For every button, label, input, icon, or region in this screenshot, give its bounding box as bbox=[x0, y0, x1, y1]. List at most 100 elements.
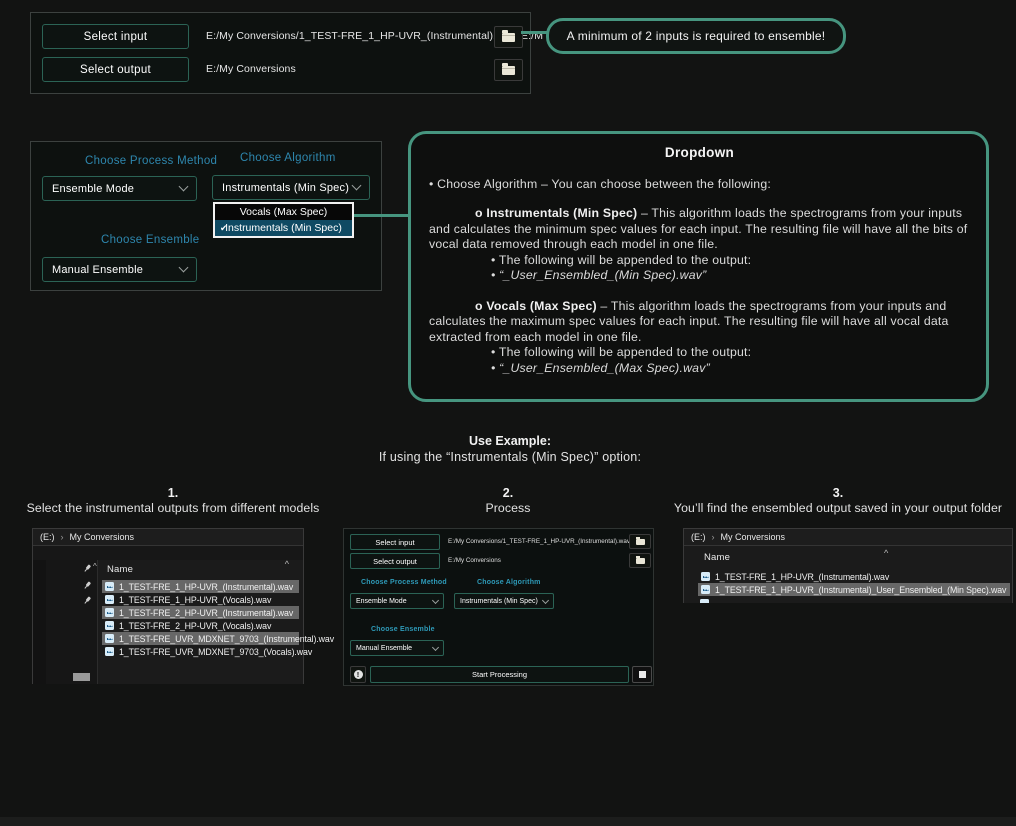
browse-output-button[interactable] bbox=[494, 59, 523, 81]
dropdown-option[interactable]: Vocals (Max Spec) bbox=[215, 204, 352, 220]
file-name: 1_TEST-FRE_2_HP-UVR_(Vocals).wav bbox=[119, 621, 271, 631]
folder-icon bbox=[636, 539, 645, 545]
ensemble-dropdown[interactable]: Manual Ensemble bbox=[350, 640, 444, 656]
stop-button[interactable] bbox=[632, 666, 652, 683]
breadcrumb-drive[interactable]: (E:) bbox=[691, 532, 706, 542]
file-row[interactable]: 1_TEST-FRE_2_HP-UVR_(Instrumental).wav bbox=[102, 606, 299, 619]
algorithm-label: Choose Algorithm bbox=[477, 579, 541, 586]
ensemble-dropdown[interactable]: Manual Ensemble bbox=[42, 257, 197, 282]
file-rows: 1_TEST-FRE_1_HP-UVR_(Instrumental).wav 1… bbox=[98, 580, 303, 658]
chevron-down-icon bbox=[179, 182, 189, 192]
info-button[interactable]: ! bbox=[350, 666, 366, 683]
file-name: 1_TEST-FRE_1_HP-UVR_(Instrumental).wav bbox=[715, 572, 889, 582]
infobox-sections: o Instrumentals (Min Spec) – This algori… bbox=[429, 206, 970, 376]
dropdown-option-label: Instrumentals (Min Spec) bbox=[225, 222, 342, 234]
output-note: • The following will be appended to the … bbox=[491, 345, 970, 361]
algorithm-dropdown[interactable]: Instrumentals (Min Spec) bbox=[454, 593, 554, 609]
step-3-header: 3. You’ll find the ensembled output save… bbox=[660, 486, 1016, 515]
infobox-connector-line bbox=[351, 214, 409, 217]
file-explorer-output: (E:) › My Conversions Name ^ 1_TEST-FRE_… bbox=[683, 528, 1013, 603]
algorithm-label: Choose Algorithm bbox=[240, 152, 336, 164]
min-inputs-callout: A minimum of 2 inputs is required to ens… bbox=[546, 18, 846, 54]
file-row[interactable]: 1_TEST-FRE_2_HP-UVR_(Vocals).wav bbox=[102, 619, 299, 632]
file-row[interactable]: 1_TEST-FRE_1_HP-UVR_(Instrumental).wav bbox=[698, 570, 1010, 583]
output-suffix: • “_User_Ensembled_(Max Spec).wav” bbox=[491, 361, 970, 377]
file-row[interactable]: 1_TEST-FRE_1_HP-UVR_(Instrumental).wav bbox=[102, 580, 299, 593]
process-method-value: Ensemble Mode bbox=[52, 183, 180, 195]
bottom-strip bbox=[0, 817, 1016, 826]
checkmark-icon: ✔ bbox=[220, 223, 228, 234]
chevron-down-icon bbox=[179, 263, 189, 273]
file-name: 1_TEST-FRE_1_HP-UVR_(Vocals).wav bbox=[119, 595, 271, 605]
file-rows: 1_TEST-FRE_1_HP-UVR_(Instrumental).wav 1… bbox=[684, 570, 1012, 596]
pin-icon[interactable] bbox=[81, 594, 92, 605]
callout-connector-line bbox=[521, 31, 547, 34]
algorithm-dropdown[interactable]: Instrumentals (Min Spec) bbox=[212, 175, 370, 200]
breadcrumb-drive[interactable]: (E:) bbox=[40, 532, 55, 542]
breadcrumb-folder[interactable]: My Conversions bbox=[721, 532, 786, 542]
file-row[interactable]: 1_TEST-FRE_UVR_MDXNET_9703_(Vocals).wav bbox=[102, 645, 299, 658]
process-method-dropdown[interactable]: Ensemble Mode bbox=[42, 176, 197, 201]
select-input-button[interactable]: Select input bbox=[42, 24, 189, 49]
process-method-label: Choose Process Method bbox=[361, 579, 447, 586]
browse-input-button[interactable] bbox=[629, 534, 651, 549]
browse-output-button[interactable] bbox=[629, 553, 651, 568]
dropdown-option[interactable]: ✔ Instrumentals (Min Spec) bbox=[215, 220, 352, 236]
process-method-dropdown[interactable]: Ensemble Mode bbox=[350, 593, 444, 609]
breadcrumb-folder[interactable]: My Conversions bbox=[70, 532, 135, 542]
dropdown-option-label: Vocals (Max Spec) bbox=[240, 206, 328, 218]
chevron-down-icon bbox=[432, 596, 439, 603]
audio-file-icon bbox=[105, 608, 114, 617]
step-2-header: 2. Process bbox=[380, 486, 636, 515]
tutorial-page: Select input E:/My Conversions/1_TEST-FR… bbox=[0, 0, 1016, 826]
folder-icon bbox=[502, 33, 515, 42]
algorithm-value: Instrumentals (Min Spec) bbox=[222, 182, 353, 194]
audio-file-icon bbox=[701, 572, 710, 581]
process-method-value: Ensemble Mode bbox=[356, 598, 433, 605]
breadcrumb[interactable]: (E:) › My Conversions bbox=[684, 529, 1012, 546]
ensemble-value: Manual Ensemble bbox=[52, 264, 180, 276]
scrollbar-thumb[interactable] bbox=[73, 673, 90, 681]
ensemble-options-panel: Choose Process Method Ensemble Mode Choo… bbox=[30, 141, 382, 291]
uvr-process-panel: Select input E:/My Conversions/1_TEST-FR… bbox=[343, 528, 654, 686]
algorithm-dropdown-open-list: Vocals (Max Spec) ✔ Instrumentals (Min S… bbox=[213, 202, 354, 238]
explorer-body: Name ^ 1_TEST-FRE_1_HP-UVR_(Instrumental… bbox=[684, 546, 1012, 603]
info-icon: ! bbox=[354, 670, 363, 679]
breadcrumb[interactable]: (E:) › My Conversions bbox=[33, 529, 303, 546]
algorithm-description: o Instrumentals (Min Spec) – This algori… bbox=[429, 206, 970, 284]
audio-file-icon bbox=[105, 647, 114, 656]
pin-icon[interactable] bbox=[81, 579, 92, 590]
algorithm-name: o Instrumentals (Min Spec) bbox=[475, 206, 637, 220]
select-input-button[interactable]: Select input bbox=[350, 534, 440, 550]
step-number: 2. bbox=[380, 486, 636, 500]
output-suffix: • “_User_Ensembled_(Min Spec).wav” bbox=[491, 268, 970, 284]
select-output-button[interactable]: Select output bbox=[350, 553, 440, 569]
audio-file-icon bbox=[105, 621, 114, 630]
name-column-header[interactable]: Name bbox=[107, 564, 133, 575]
audio-file-icon bbox=[105, 582, 114, 591]
sort-caret-icon[interactable]: ^ bbox=[285, 559, 289, 569]
toolbar-gap bbox=[33, 546, 303, 560]
use-example-subtitle: If using the “Instrumentals (Min Spec)” … bbox=[280, 450, 740, 464]
stop-icon bbox=[639, 671, 646, 678]
select-output-button[interactable]: Select output bbox=[42, 57, 189, 82]
chevron-down-icon bbox=[542, 596, 549, 603]
file-name: 1_TEST-FRE_UVR_MDXNET_9703_(Vocals).wav bbox=[119, 647, 312, 657]
step-caption: Select the instrumental outputs from dif… bbox=[0, 501, 346, 515]
step-caption: Process bbox=[380, 501, 636, 515]
ensemble-label: Choose Ensemble bbox=[371, 626, 435, 633]
input-output-panel: Select input E:/My Conversions/1_TEST-FR… bbox=[30, 12, 531, 94]
breadcrumb-separator-icon: › bbox=[61, 532, 64, 542]
explorer-body: ^ Name ^ 1_TEST-FRE_1_HP-UVR_(Instrument… bbox=[33, 560, 303, 684]
start-processing-button[interactable]: Start Processing bbox=[370, 666, 629, 683]
file-row[interactable]: 1_TEST-FRE_1_HP-UVR_(Instrumental)_User_… bbox=[698, 583, 1010, 596]
file-row[interactable]: 1_TEST-FRE_UVR_MDXNET_9703_(Instrumental… bbox=[102, 632, 299, 645]
name-column-header[interactable]: Name bbox=[704, 552, 730, 563]
file-row[interactable]: 1_TEST-FRE_1_HP-UVR_(Vocals).wav bbox=[102, 593, 299, 606]
browse-input-button[interactable] bbox=[494, 26, 523, 48]
audio-file-icon bbox=[701, 585, 710, 594]
step-1-header: 1. Select the instrumental outputs from … bbox=[0, 486, 346, 515]
pin-icon[interactable] bbox=[81, 562, 92, 573]
sort-caret-icon[interactable]: ^ bbox=[884, 548, 888, 558]
step-number: 3. bbox=[660, 486, 1016, 500]
